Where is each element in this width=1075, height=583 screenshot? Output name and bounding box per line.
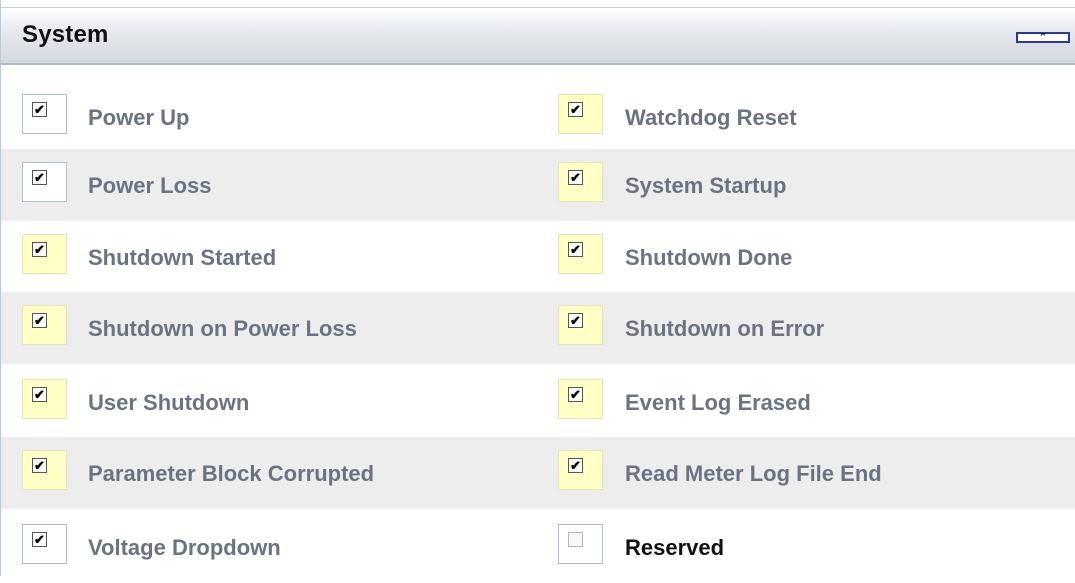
- checkmark-icon: ✔: [32, 242, 47, 257]
- checkbox-shutdown-started[interactable]: ✔: [22, 234, 67, 274]
- label-user-shutdown: User Shutdown: [88, 390, 250, 415]
- checkmark-icon: ✔: [32, 532, 47, 547]
- label-watchdog-reset: Watchdog Reset: [625, 105, 797, 130]
- checkbox-watchdog-reset[interactable]: ✔: [558, 94, 603, 134]
- checkmark-icon: ✔: [32, 170, 47, 185]
- checkbox-event-log-erased[interactable]: ✔: [558, 379, 603, 419]
- checkmark-icon: ✔: [568, 387, 583, 402]
- checkbox-shutdown-done[interactable]: ✔: [558, 234, 603, 274]
- label-system-startup: System Startup: [625, 173, 787, 198]
- checkbox-parameter-block-corrupted[interactable]: ✔: [22, 450, 67, 490]
- checkmark-icon: ✔: [32, 102, 47, 117]
- label-power-up: Power Up: [88, 105, 190, 130]
- label-reserved: Reserved: [625, 535, 725, 560]
- checkmark-icon: ✔: [568, 102, 583, 117]
- checkmark-icon: ✔: [32, 458, 47, 473]
- option-row: ✔ Power Up ✔ Watchdog Reset: [1, 81, 1075, 153]
- label-shutdown-on-power-loss: Shutdown on Power Loss: [88, 316, 357, 341]
- panel-title: System: [22, 21, 109, 48]
- checkbox-reserved[interactable]: [558, 524, 603, 564]
- label-voltage-dropdown: Voltage Dropdown: [88, 535, 281, 560]
- chevron-up-icon: ⌃: [1038, 31, 1048, 44]
- system-panel: System ⌃ ✔ Power Up ✔ Watchdog Reset ✔ P…: [0, 0, 1075, 576]
- option-row: ✔ Shutdown on Power Loss ✔ Shutdown on E…: [1, 292, 1075, 364]
- checkmark-icon: ✔: [32, 387, 47, 402]
- checkbox-empty-icon: [568, 532, 583, 547]
- checkmark-icon: ✔: [568, 170, 583, 185]
- option-row: ✔ Power Loss ✔ System Startup: [1, 149, 1075, 221]
- checkbox-system-startup[interactable]: ✔: [558, 162, 603, 202]
- checkbox-read-meter-log-file-end[interactable]: ✔: [558, 450, 603, 490]
- collapse-button[interactable]: ⌃: [1016, 32, 1070, 43]
- checkbox-voltage-dropdown[interactable]: ✔: [22, 524, 67, 564]
- label-shutdown-on-error: Shutdown on Error: [625, 316, 825, 341]
- label-power-loss: Power Loss: [88, 173, 212, 198]
- option-row: ✔ Shutdown Started ✔ Shutdown Done: [1, 221, 1075, 293]
- checkmark-icon: ✔: [32, 313, 47, 328]
- label-shutdown-done: Shutdown Done: [625, 245, 793, 270]
- panel-header: System ⌃: [1, 7, 1075, 65]
- option-row: ✔ Voltage Dropdown Reserved: [1, 511, 1075, 583]
- checkbox-user-shutdown[interactable]: ✔: [22, 379, 67, 419]
- label-event-log-erased: Event Log Erased: [625, 390, 811, 415]
- option-row: ✔ User Shutdown ✔ Event Log Erased: [1, 366, 1075, 438]
- checkbox-power-up[interactable]: ✔: [22, 94, 67, 134]
- checkmark-icon: ✔: [568, 242, 583, 257]
- checkbox-shutdown-on-error[interactable]: ✔: [558, 305, 603, 345]
- checkmark-icon: ✔: [568, 458, 583, 473]
- checkmark-icon: ✔: [568, 313, 583, 328]
- checkbox-power-loss[interactable]: ✔: [22, 162, 67, 202]
- label-shutdown-started: Shutdown Started: [88, 245, 277, 270]
- option-row: ✔ Parameter Block Corrupted ✔ Read Meter…: [1, 437, 1075, 509]
- label-parameter-block-corrupted: Parameter Block Corrupted: [88, 461, 375, 486]
- checkbox-shutdown-on-power-loss[interactable]: ✔: [22, 305, 67, 345]
- label-read-meter-log-file-end: Read Meter Log File End: [625, 461, 882, 486]
